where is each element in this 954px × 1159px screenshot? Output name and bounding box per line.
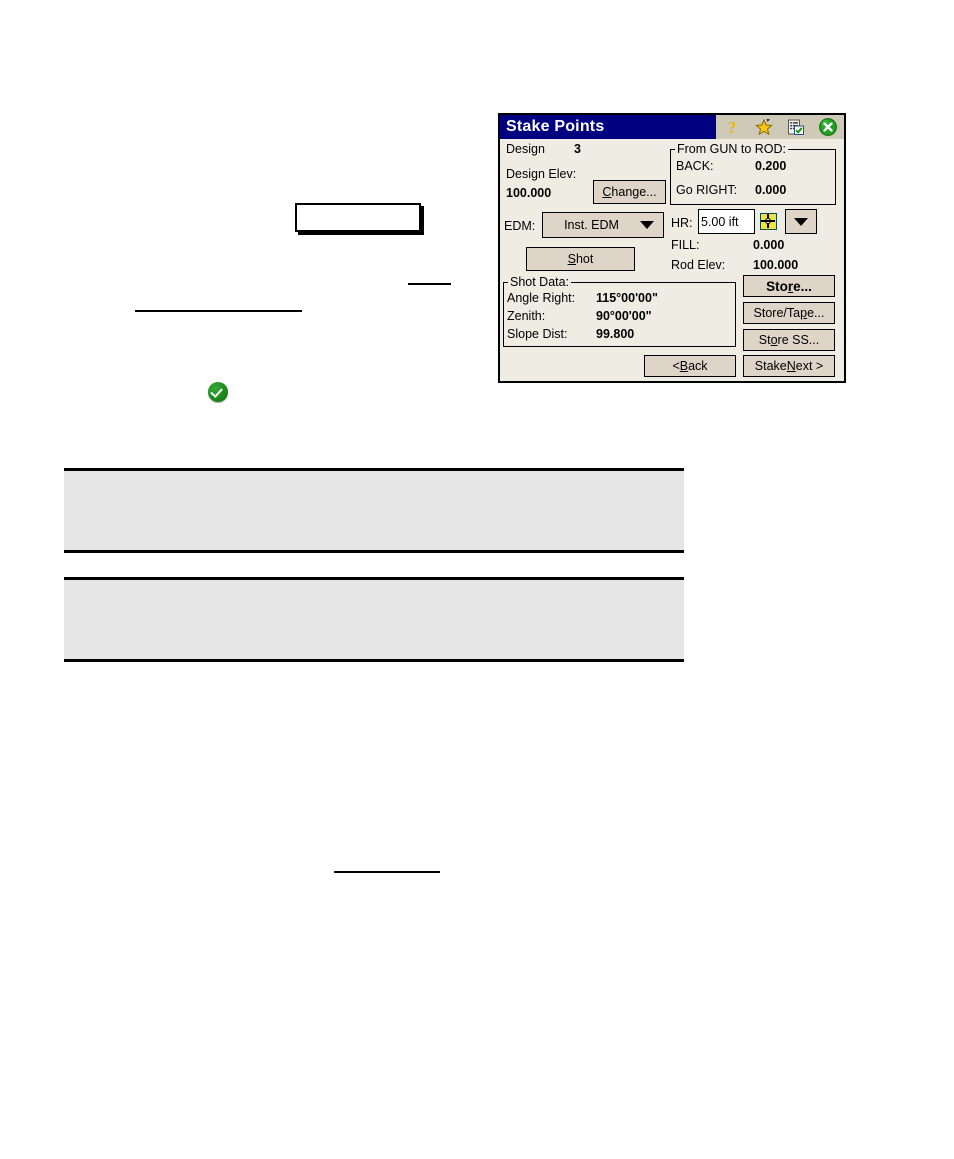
- prism-center-dot: [765, 218, 771, 224]
- angle-right-label: Angle Right:: [507, 291, 576, 305]
- change-button-accel: C: [602, 185, 612, 199]
- edm-label: EDM:: [504, 219, 536, 233]
- store-button[interactable]: Sto r e...: [743, 275, 835, 297]
- close-icon[interactable]: [818, 117, 838, 137]
- help-icon[interactable]: ?: [722, 117, 742, 137]
- shot-button[interactable]: Shot: [526, 247, 635, 271]
- text-underline-bottom: [334, 871, 440, 873]
- hr-input-value: 5.00 ift: [701, 214, 739, 229]
- store-tape-button-label-post: e...: [807, 306, 825, 320]
- text-underline-right: [408, 283, 451, 285]
- title-bar-icon-tray: ?: [716, 115, 844, 139]
- slope-dist-value: 99.800: [596, 327, 635, 341]
- rod-elev-label: Rod Elev:: [671, 258, 726, 272]
- stake-points-window: Stake Points ? Design 3 Design Elev: 100…: [498, 113, 846, 383]
- back-value: 0.200: [755, 159, 787, 173]
- favorites-star-icon[interactable]: [754, 117, 774, 137]
- from-gun-to-rod-title: From GUN to ROD:: [675, 142, 789, 156]
- angle-right-value: 115°00'00": [596, 291, 658, 305]
- title-bar: Stake Points ?: [500, 115, 844, 139]
- design-elev-value: 100.000: [506, 186, 552, 200]
- stake-next-button[interactable]: Stake Next >: [743, 355, 835, 377]
- chevron-down-icon: [640, 221, 654, 229]
- store-tape-button-label: Store/Ta: [753, 306, 801, 320]
- shot-button-accel: S: [567, 252, 576, 266]
- stake-next-button-label-post: ext >: [795, 359, 824, 373]
- go-right-label: Go RIGHT:: [676, 183, 738, 197]
- hr-dropdown-button[interactable]: [785, 209, 817, 234]
- fill-label: FILL:: [671, 238, 700, 252]
- empty-figure-box: [295, 203, 421, 232]
- store-tape-button-accel: p: [800, 306, 808, 320]
- design-elev-label: Design Elev:: [506, 167, 577, 181]
- hr-label: HR:: [671, 216, 693, 230]
- svg-text:?: ?: [728, 118, 737, 137]
- chevron-down-icon-hr: [794, 217, 808, 226]
- back-button-label-post: ack: [688, 359, 708, 373]
- change-button-label-post: hange...: [611, 185, 657, 199]
- shot-button-label-post: hot: [575, 252, 594, 266]
- back-label: BACK:: [676, 159, 714, 173]
- note-box-first: [64, 468, 684, 553]
- stake-next-button-accel: N: [786, 359, 796, 373]
- edm-combobox[interactable]: Inst. EDM: [542, 212, 664, 238]
- note-box-second: [64, 577, 684, 662]
- design-value: 3: [574, 142, 581, 156]
- store-ss-button-label: St: [758, 333, 771, 347]
- prism-target-icon[interactable]: [760, 213, 777, 230]
- store-button-label-post: e...: [793, 278, 812, 294]
- task-list-icon[interactable]: [786, 117, 806, 137]
- shot-data-title: Shot Data:: [508, 275, 572, 289]
- back-button[interactable]: < Back: [644, 355, 736, 377]
- edm-selected-value: Inst. EDM: [564, 218, 619, 232]
- change-button[interactable]: Change...: [593, 180, 666, 204]
- rod-elev-value: 100.000: [753, 258, 799, 272]
- design-label: Design: [506, 142, 545, 156]
- store-ss-button-accel: o: [770, 333, 778, 347]
- zenith-label: Zenith:: [507, 309, 546, 323]
- store-ss-button[interactable]: St o re SS...: [743, 329, 835, 351]
- fill-value: 0.000: [753, 238, 785, 252]
- store-button-label: Sto: [766, 278, 788, 294]
- store-ss-button-label-post: re SS...: [777, 333, 820, 347]
- hr-input[interactable]: 5.00 ift: [698, 209, 755, 234]
- back-button-label: <: [672, 359, 680, 373]
- text-underline-left: [135, 310, 302, 312]
- store-tape-button[interactable]: Store/Ta p e...: [743, 302, 835, 324]
- slope-dist-label: Slope Dist:: [507, 327, 568, 341]
- green-check-bullet-icon: [208, 382, 228, 402]
- back-button-accel: B: [679, 359, 689, 373]
- zenith-value: 90°00'00": [596, 309, 652, 323]
- go-right-value: 0.000: [755, 183, 787, 197]
- stake-next-button-label: Stake: [754, 359, 787, 373]
- window-title: Stake Points: [506, 118, 605, 135]
